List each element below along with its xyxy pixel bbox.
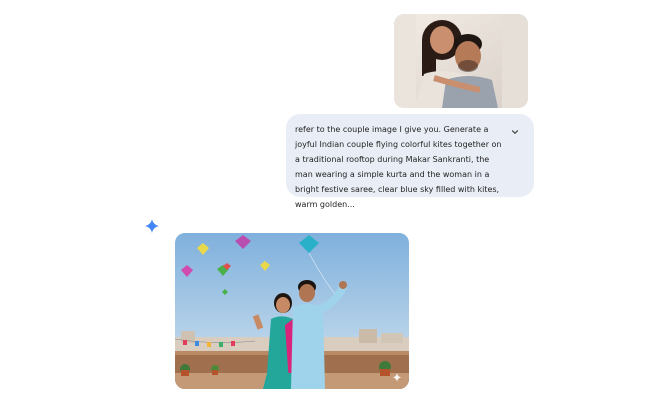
couple-photo-icon — [394, 14, 528, 108]
prompt-text: refer to the couple image I give you. Ge… — [295, 125, 502, 209]
user-prompt-bubble: refer to the couple image I give you. Ge… — [286, 114, 534, 209]
uploaded-couple-image[interactable] — [394, 14, 528, 108]
gemini-sparkle-icon — [145, 219, 159, 233]
kite-festival-image-icon — [175, 233, 409, 389]
generated-image[interactable] — [175, 233, 409, 389]
chevron-down-icon[interactable] — [510, 124, 520, 134]
